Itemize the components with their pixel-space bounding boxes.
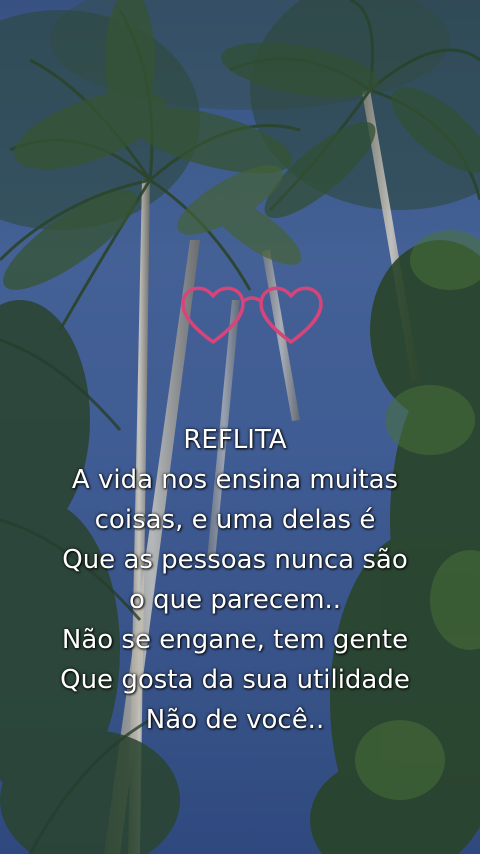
quote-text: REFLITA A vida nos ensina muitas coisas,… [0, 420, 470, 740]
quote-line: A vida nos ensina muitas [71, 465, 399, 495]
quote-line: Que as pessoas nunca são [62, 545, 408, 575]
quote-line: o que parecem.. [128, 585, 342, 615]
quote-line: Não de você.. [145, 705, 325, 735]
quote-line: coisas, e uma delas é [94, 505, 376, 535]
hearts-glasses-icon [181, 286, 323, 344]
photo-background: REFLITA A vida nos ensina muitas coisas,… [0, 0, 480, 854]
quote-line: Que gosta da sua utilidade [60, 665, 410, 695]
quote-line: Não se engane, tem gente [61, 625, 409, 655]
quote-title: REFLITA [183, 425, 287, 455]
